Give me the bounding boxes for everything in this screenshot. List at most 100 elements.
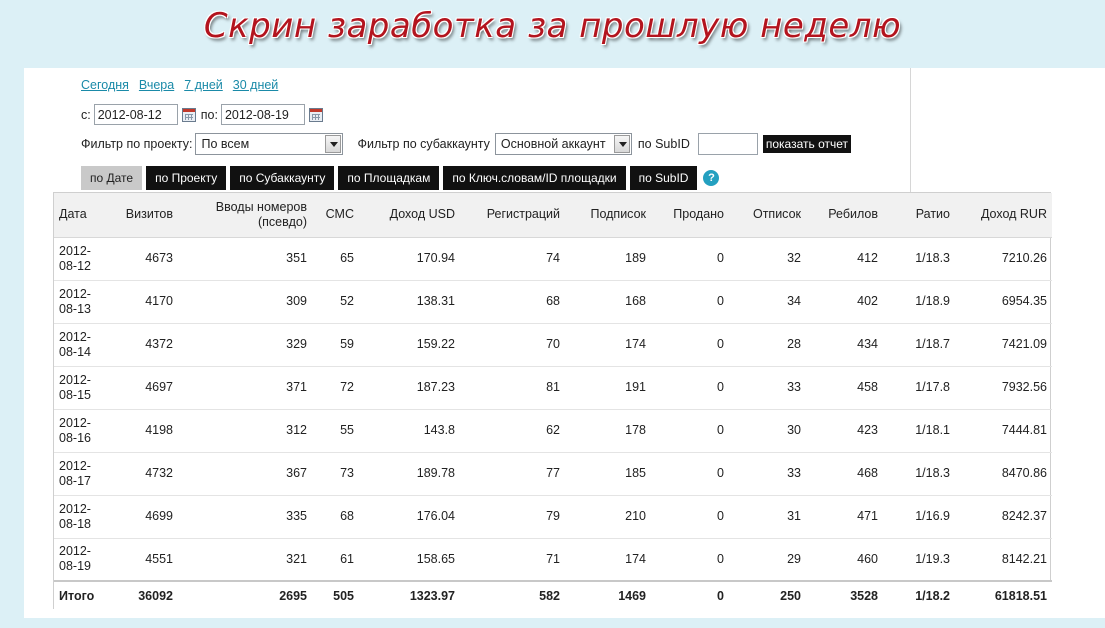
link-yesterday[interactable]: Вчера [139,78,174,92]
table-cell: 371 [178,366,312,410]
table-cell: 68 [312,495,359,539]
filter-row: Фильтр по проекту: По всем Фильтр по суб… [81,133,851,155]
table-cell: 159.22 [359,323,460,367]
link-today[interactable]: Сегодня [81,78,129,92]
table-cell: 191 [565,366,651,410]
table-cell: 55 [312,409,359,453]
table-cell: 321 [178,538,312,582]
table-cell: 79 [460,495,565,539]
table-cell: 7444.81 [955,409,1052,453]
tab-by-project[interactable]: по Проекту [146,166,227,190]
show-report-button[interactable]: показать отчет [762,135,851,153]
column-header[interactable]: СМС [312,193,359,238]
calendar-icon[interactable] [308,107,323,122]
table-cell: 0 [651,280,729,324]
date-cell: 2012- 08-16 [54,409,112,453]
table-cell: 0 [651,409,729,453]
date-cell: 2012- 08-18 [54,495,112,539]
table-cell: 423 [806,409,883,453]
totals-cell: 1/18.2 [883,580,955,609]
column-header[interactable]: Ратио [883,193,955,238]
column-header[interactable]: Вводы номеров (псевдо) [178,193,312,238]
totals-cell: 61818.51 [955,580,1052,609]
totals-cell: 3528 [806,580,883,609]
totals-cell: 505 [312,580,359,609]
table-cell: 178 [565,409,651,453]
table-cell: 65 [312,237,359,281]
project-filter-value: По всем [201,137,250,151]
table-cell: 309 [178,280,312,324]
table-cell: 434 [806,323,883,367]
column-header[interactable]: Доход RUR [955,193,1052,238]
tab-by-date[interactable]: по Дате [81,166,143,190]
column-header[interactable]: Отписок [729,193,806,238]
tab-by-subid[interactable]: по SubID [629,166,698,190]
column-header[interactable]: Ребилов [806,193,883,238]
table-cell: 143.8 [359,409,460,453]
column-header[interactable]: Дата [54,193,112,238]
totals-cell: 582 [460,580,565,609]
table-cell: 329 [178,323,312,367]
project-filter-label: Фильтр по проекту: [81,137,193,151]
table-cell: 4732 [112,452,178,496]
table-cell: 81 [460,366,565,410]
table-cell: 4198 [112,409,178,453]
tab-by-subaccount[interactable]: по Субаккаунту [230,166,335,190]
table-cell: 1/17.8 [883,366,955,410]
table-cell: 7421.09 [955,323,1052,367]
project-filter-select[interactable]: По всем [195,133,344,155]
report-table: Дата Визитов Вводы номеров (псевдо) СМС … [54,193,1052,609]
table-cell: 468 [806,452,883,496]
calendar-icon[interactable] [181,107,196,122]
column-header[interactable]: Доход USD [359,193,460,238]
table-cell: 170.94 [359,237,460,281]
table-cell: 174 [565,538,651,582]
totals-row: Итого 36092 2695 505 1323.97 582 1469 0 … [54,580,1052,609]
column-header[interactable]: Регистраций [460,193,565,238]
table-cell: 0 [651,495,729,539]
table-cell: 187.23 [359,366,460,410]
chevron-down-icon [325,135,342,153]
table-cell: 1/18.7 [883,323,955,367]
table-cell: 4673 [112,237,178,281]
table-cell: 77 [460,452,565,496]
table-cell: 70 [460,323,565,367]
date-to-label: по: [200,107,218,122]
report-tabs: по Дате по Проекту по Субаккаунту по Пло… [81,166,720,190]
tab-by-sites[interactable]: по Площадкам [338,166,440,190]
table-cell: 1/16.9 [883,495,955,539]
date-to-input[interactable] [220,104,305,125]
quick-date-links: Сегодня Вчера 7 дней 30 дней [81,78,278,92]
column-header[interactable]: Подписок [565,193,651,238]
date-from-input[interactable] [93,104,178,125]
link-30-days[interactable]: 30 дней [233,78,279,92]
subaccount-filter-select[interactable]: Основной аккаунт [494,133,632,155]
table-cell: 412 [806,237,883,281]
subid-input[interactable] [697,133,758,155]
table-row: 2012- 08-19 4551 321 61 158.65 71 174 0 29 460 1/19… [54,538,1052,582]
table-cell: 8142.21 [955,538,1052,582]
table-cell: 28 [729,323,806,367]
table-cell: 174 [565,323,651,367]
help-icon[interactable]: ? [703,170,720,186]
table-row: 2012- 08-14 4372 329 59 159.22 70 174 0 28 434 1/18… [54,323,1052,367]
link-7-days[interactable]: 7 дней [184,78,223,92]
table-cell: 210 [565,495,651,539]
date-cell: 2012- 08-19 [54,538,112,582]
column-header[interactable]: Продано [651,193,729,238]
table-cell: 158.65 [359,538,460,582]
totals-cell: 2695 [178,580,312,609]
column-header[interactable]: Визитов [112,193,178,238]
table-cell: 138.31 [359,280,460,324]
totals-cell: Итого [54,580,112,609]
table-cell: 8470.86 [955,452,1052,496]
date-range-row: с: по: [81,104,328,125]
table-cell: 1/18.9 [883,280,955,324]
table-cell: 351 [178,237,312,281]
table-cell: 74 [460,237,565,281]
date-cell: 2012- 08-14 [54,323,112,367]
table-row: 2012- 08-17 4732 367 73 189.78 77 185 0 33 468 1/18… [54,452,1052,496]
table-cell: 73 [312,452,359,496]
table-cell: 176.04 [359,495,460,539]
tab-by-keywords[interactable]: по Ключ.словам/ID площадки [443,166,626,190]
